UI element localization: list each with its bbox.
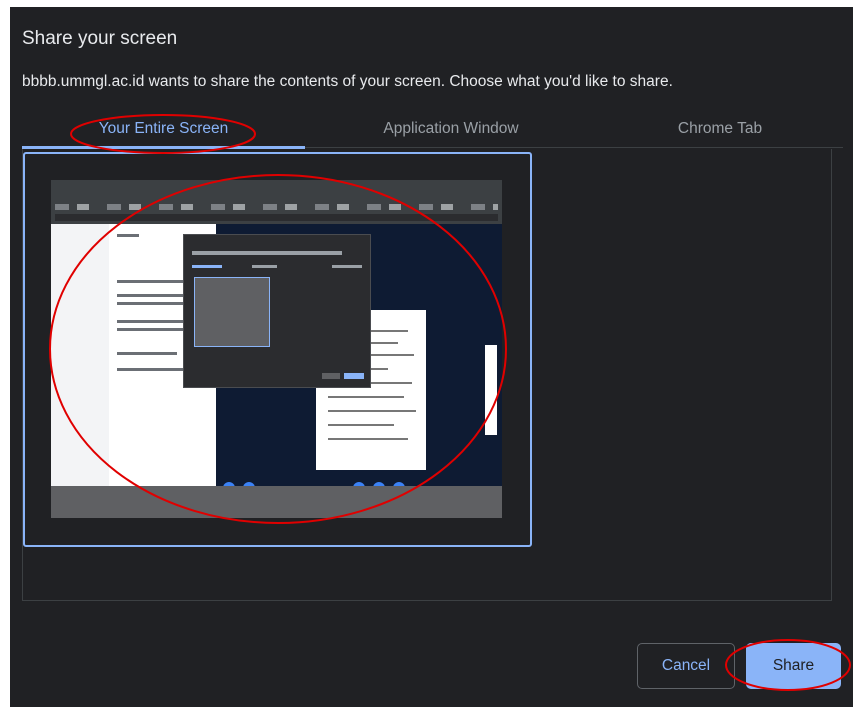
preview-share-dialog bbox=[183, 234, 371, 388]
tab-application-window[interactable]: Application Window bbox=[305, 120, 597, 138]
preview-browser-tabs bbox=[55, 204, 498, 210]
dialog-title: Share your screen bbox=[22, 28, 178, 49]
preview-browser-toolbar bbox=[51, 180, 502, 224]
preview-address-bar bbox=[55, 214, 498, 221]
screen-preview-thumbnail[interactable] bbox=[51, 180, 502, 518]
cancel-button[interactable]: Cancel bbox=[637, 643, 735, 689]
preview-right-toolbar bbox=[485, 345, 497, 435]
tab-your-entire-screen[interactable]: Your Entire Screen bbox=[22, 120, 305, 138]
preview-bottom-bar bbox=[51, 486, 502, 518]
tab-chrome-tab[interactable]: Chrome Tab bbox=[597, 120, 843, 138]
dialog-subtitle: bbbb.ummgl.ac.id wants to share the cont… bbox=[22, 73, 673, 90]
share-button[interactable]: Share bbox=[746, 643, 841, 689]
preview-left-pane bbox=[51, 224, 109, 486]
